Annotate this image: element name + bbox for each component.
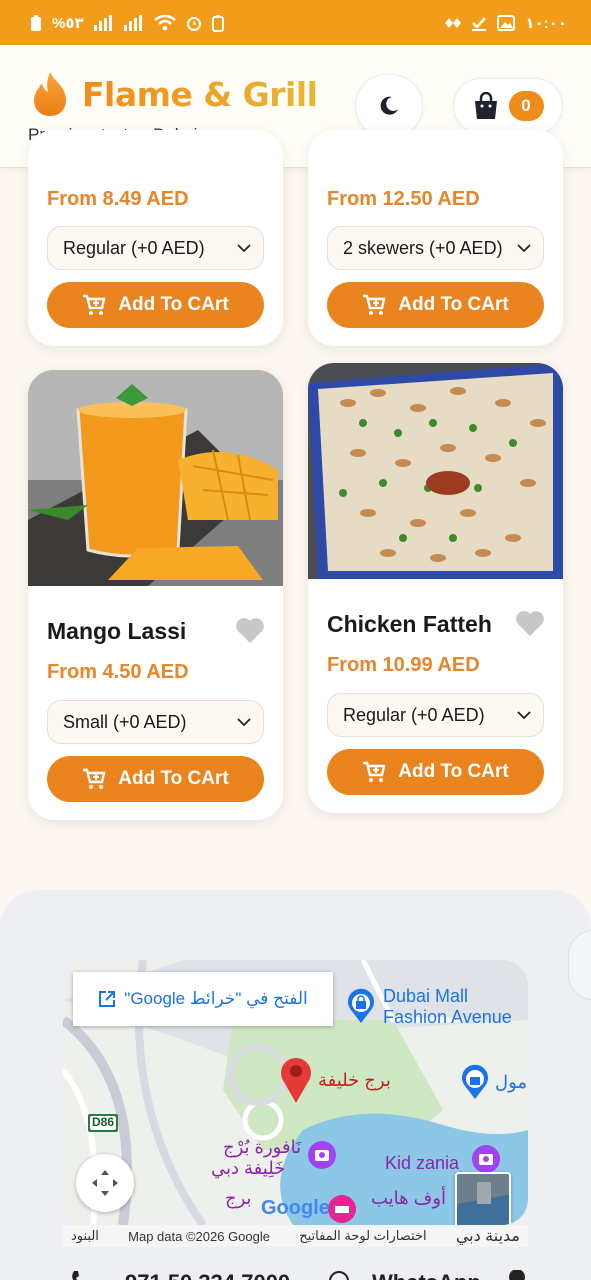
chevron-down-icon (517, 244, 531, 253)
product-price: From 8.49 AED (47, 188, 189, 210)
brand[interactable]: Flame & Grill (30, 71, 318, 117)
check-icon (472, 16, 487, 31)
product-name: Chicken Fatteh (327, 611, 492, 637)
map-terms-link[interactable]: البنود (71, 1228, 99, 1244)
notification-icon (445, 17, 462, 28)
map-label-burj: برج (225, 1188, 252, 1208)
product-price: From 12.50 AED (327, 188, 480, 210)
favorite-heart-icon[interactable] (235, 616, 265, 644)
add-to-cart-button[interactable]: Add To CArt (47, 282, 264, 328)
clock: ١٠:٠٠ (525, 14, 567, 32)
map-label-fountain-2: خَلِيفة دبي (211, 1158, 286, 1178)
variant-select-value: 2 skewers (+0 AED) (343, 237, 503, 258)
variant-select[interactable]: Regular (+0 AED) (327, 693, 544, 737)
product-price: From 4.50 AED (47, 661, 189, 683)
signal-icon (93, 14, 112, 31)
map-attribution: Map data ©2026 Google (128, 1228, 270, 1244)
product-card-mango-lassi: Mango Lassi From 4.50 AED Small (+0 AED)… (28, 370, 283, 820)
map-label-fashion-avenue: Fashion Avenue (383, 1007, 512, 1027)
add-to-cart-button[interactable]: Add To CArt (47, 756, 264, 802)
open-in-google-maps-link[interactable]: الفتح في "خرائط Google" (73, 972, 333, 1026)
battery-saver-icon (211, 14, 224, 32)
favorite-heart-icon[interactable] (515, 609, 545, 637)
status-right: ١٠:٠٠ (445, 14, 567, 32)
mango-lassi-photo (28, 370, 283, 586)
battery-percent: %٥٣ (52, 14, 84, 32)
battery-icon (31, 14, 41, 31)
map-label-burj-khalifa: برج خليفة (318, 1070, 391, 1090)
wifi-icon (153, 14, 176, 30)
dubai-mall-poi-icon[interactable] (345, 988, 377, 1024)
product-price: From 10.99 AED (327, 654, 480, 676)
open-in-maps-label: الفتح في "خرائط Google" (124, 989, 308, 1008)
fountain-poi-icon[interactable] (307, 1140, 337, 1170)
variant-select[interactable]: Regular (+0 AED) (47, 226, 264, 270)
flame-icon (34, 72, 66, 116)
status-bar: %٥٣ ١٠:٠٠ (0, 0, 591, 45)
mall-poi-icon[interactable] (459, 1064, 491, 1100)
external-link-icon (99, 991, 116, 1007)
product-card: From 12.50 AED 2 skewers (+0 AED) Add To… (308, 130, 563, 346)
cart-count-badge: 0 (508, 91, 544, 121)
add-to-cart-label: Add To CArt (398, 761, 509, 782)
chevron-down-icon (237, 244, 251, 253)
add-to-cart-button[interactable]: Add To CArt (327, 282, 544, 328)
cart-plus-icon (83, 294, 106, 315)
map-fullscreen-button[interactable] (76, 1154, 134, 1212)
product-name: Mango Lassi (47, 618, 187, 644)
product-card-chicken-fatteh: Chicken Fatteh From 10.99 AED Regular (+… (308, 363, 563, 813)
map-shortcuts-link[interactable]: اختصارات لوحة المفاتيح (299, 1228, 426, 1244)
satellite-layer-toggle[interactable] (455, 1172, 511, 1225)
add-to-cart-label: Add To CArt (398, 294, 509, 315)
cart-plus-icon (363, 761, 386, 782)
map-attribution-bar: البنود Map data ©2026 Google اختصارات لو… (63, 1225, 528, 1247)
add-to-cart-label: Add To CArt (118, 294, 229, 315)
map-label-city: مدينة دبي (455, 1228, 520, 1245)
add-to-cart-button[interactable]: Add To CArt (327, 749, 544, 795)
add-to-cart-label: Add To CArt (118, 768, 229, 789)
cart-plus-icon (83, 768, 106, 789)
alarm-icon (186, 16, 201, 31)
product-image[interactable] (28, 370, 283, 586)
map-label-kidzania: Kid zania (385, 1153, 460, 1173)
embedded-map[interactable]: D86 الفتح في "خرائط Google" Dubai Mall F… (63, 960, 528, 1225)
variant-select-value: Small (+0 AED) (63, 711, 187, 732)
road-label: D86 (92, 1115, 115, 1129)
variant-select[interactable]: Small (+0 AED) (47, 700, 264, 744)
whatsapp-icon (329, 1271, 349, 1280)
chevron-down-icon (237, 718, 251, 727)
move-arrows-icon (92, 1170, 118, 1196)
variant-select-value: Regular (+0 AED) (63, 237, 205, 258)
theme-toggle-button[interactable] (355, 74, 423, 138)
chevron-down-icon (517, 711, 531, 720)
phone-icon (72, 1271, 79, 1280)
signal-2-icon (123, 14, 142, 31)
cart-button[interactable]: 0 (453, 78, 563, 134)
chicken-fatteh-photo (308, 363, 563, 579)
cart-plus-icon (363, 294, 386, 315)
location-pin-icon[interactable] (278, 1054, 314, 1104)
contact-row: 971 50 334 7000 WhatsApp (0, 1262, 591, 1280)
hotel-poi-icon[interactable] (327, 1194, 357, 1224)
phone-number[interactable]: 971 50 334 7000 (125, 1270, 290, 1280)
brand-name: Flame & Grill (82, 74, 318, 114)
product-card: From 8.49 AED Regular (+0 AED) Add To CA… (28, 130, 283, 346)
map-label-dubai-mall: Dubai Mall (383, 986, 469, 1006)
product-image[interactable] (308, 363, 563, 579)
map-label-google: Google (261, 1197, 330, 1219)
image-icon (497, 14, 516, 31)
shopping-bag-icon (474, 92, 497, 119)
status-left: %٥٣ (30, 14, 224, 32)
map-label-of-hyb: أوف هايب (371, 1188, 447, 1208)
whatsapp-link[interactable]: WhatsApp (372, 1270, 481, 1280)
variant-select-value: Regular (+0 AED) (343, 704, 485, 725)
moon-icon (380, 96, 398, 115)
map-label-mall: مول (495, 1072, 528, 1092)
variant-select[interactable]: 2 skewers (+0 AED) (327, 226, 544, 270)
location-icon (509, 1270, 525, 1280)
satellite-thumbnail (457, 1174, 509, 1225)
map-label-fountain: نَافورة بُرْج (223, 1137, 302, 1157)
kidzania-poi-icon[interactable] (471, 1144, 501, 1174)
